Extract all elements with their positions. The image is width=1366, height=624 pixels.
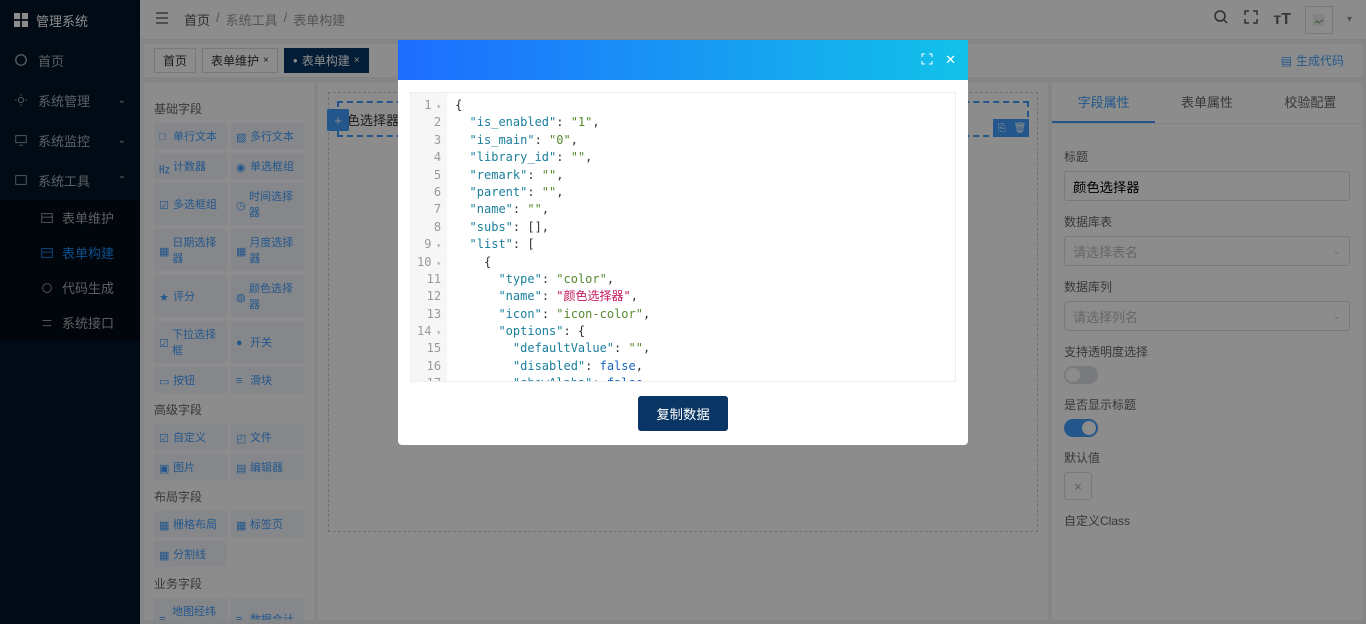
fullscreen-icon <box>921 53 933 65</box>
modal-fullscreen-button[interactable] <box>921 53 933 68</box>
code-modal: ✕ 12345678910111213141516171819202122232… <box>398 40 968 445</box>
modal-close-button[interactable]: ✕ <box>945 52 956 68</box>
code-editor[interactable]: 1234567891011121314151617181920212223242… <box>398 80 968 382</box>
modal-header: ✕ <box>398 40 968 80</box>
modal-overlay[interactable]: ✕ 12345678910111213141516171819202122232… <box>0 0 1366 624</box>
copy-data-button[interactable]: 复制数据 <box>638 396 727 431</box>
